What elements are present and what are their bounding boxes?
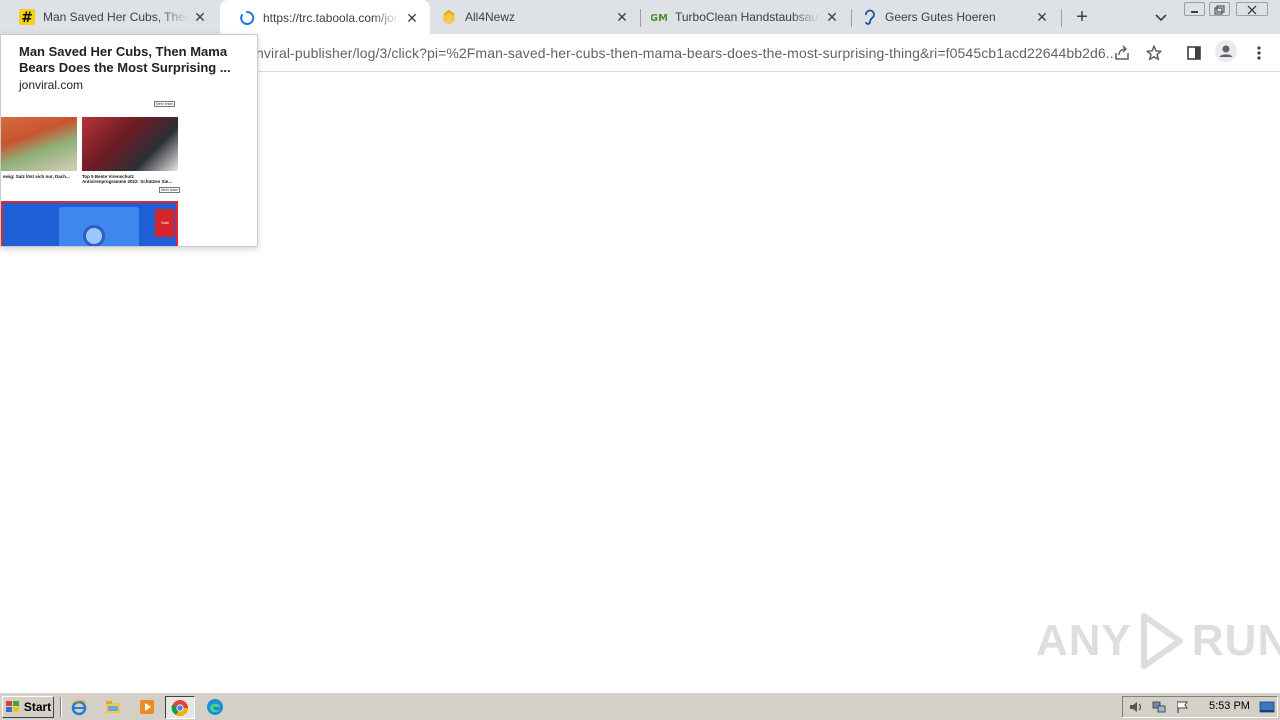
edge-icon[interactable]: [206, 698, 224, 716]
preview-caption-right: Top 5 Beste Virenschutz Antivirenprogram…: [82, 174, 173, 184]
magnifier-icon: [83, 225, 105, 246]
side-panel-icon[interactable]: [1184, 43, 1204, 63]
address-bar-url: nviral-publisher/log/3/click?pi=%2Fman-s…: [256, 45, 1118, 61]
taskbar-separator: [60, 697, 62, 717]
tab-title: All4Newz: [465, 10, 516, 24]
media-player-icon[interactable]: [138, 698, 156, 716]
hover-card-title: Man Saved Her Cubs, Then Mama Bears Does…: [19, 44, 231, 75]
watermark-text-left: ANY: [1036, 616, 1132, 665]
watermark-text-right: RUN: [1191, 616, 1280, 665]
windows-logo-icon: [5, 701, 19, 712]
clock: 5:53 PM: [1209, 700, 1250, 712]
all4newz-logo-icon: [441, 9, 457, 25]
gm-logo-icon: GM: [651, 9, 667, 25]
tab-title: Geers Gutes Hoeren: [885, 10, 996, 24]
hover-card-preview: Mehr lesen ewig: Salz löst sich nur, Dac…: [1, 95, 257, 246]
tab-search-chevron-down-icon[interactable]: [1152, 8, 1170, 26]
share-icon[interactable]: [1112, 43, 1132, 63]
tab-hover-card: Man Saved Her Cubs, Then Mama Bears Does…: [0, 34, 258, 247]
start-button[interactable]: Start: [2, 696, 54, 718]
system-tray: 5:53 PM: [1122, 696, 1278, 718]
show-desktop-icon[interactable]: [1259, 699, 1275, 715]
menu-kebab-icon[interactable]: [1249, 43, 1269, 63]
preview-image-roof: [1, 117, 77, 171]
internet-explorer-icon[interactable]: [70, 698, 88, 716]
preview-caption-left: ewig: Salz löst sich nur, Dach...: [3, 174, 70, 179]
close-window-button[interactable]: [1236, 2, 1268, 16]
close-icon[interactable]: ✕: [1034, 9, 1050, 25]
svg-text:GM: GM: [651, 13, 667, 24]
preview-button: Mehr lesen: [159, 187, 181, 193]
loading-spinner-icon: [239, 10, 255, 26]
tab-all4newz[interactable]: All4Newz ✕: [422, 0, 640, 34]
close-icon[interactable]: ✕: [614, 9, 630, 25]
chrome-taskbar-button[interactable]: [165, 696, 195, 719]
close-icon[interactable]: ✕: [192, 9, 208, 25]
tab-man-saved-her-cubs[interactable]: # Man Saved Her Cubs, Then Mama Bears Do…: [0, 0, 218, 34]
preview-image-antivirus: [82, 117, 178, 171]
restore-button[interactable]: [1209, 2, 1230, 16]
profile-avatar-icon[interactable]: [1214, 39, 1238, 63]
minimize-button[interactable]: [1184, 2, 1205, 16]
hover-card-domain: jonviral.com: [19, 78, 84, 92]
tab-title: https://trc.taboola.com/jonviral-publish…: [263, 11, 400, 25]
tab-title: TurboClean Handstaubsauger: [675, 10, 820, 24]
action-center-flag-icon[interactable]: [1175, 699, 1191, 715]
close-icon[interactable]: ✕: [824, 9, 840, 25]
tab-taboola-loading[interactable]: https://trc.taboola.com/jonviral-publish…: [220, 0, 430, 36]
tab-separator: [1061, 9, 1062, 27]
close-icon[interactable]: ✕: [404, 10, 420, 26]
tab-turboclean[interactable]: GM TurboClean Handstaubsauger ✕: [632, 0, 850, 34]
anyrun-watermark: ANY RUN: [1036, 612, 1280, 670]
bookmark-star-icon[interactable]: [1144, 43, 1164, 63]
file-explorer-icon[interactable]: [104, 698, 122, 716]
taskbar: Start 5:53 PM: [0, 692, 1280, 720]
play-icon: [1140, 613, 1183, 669]
svg-text:#: #: [21, 10, 33, 25]
network-icon[interactable]: [1151, 699, 1167, 715]
sale-tag: Sale: [155, 209, 175, 237]
tab-geers[interactable]: Geers Gutes Hoeren ✕: [842, 0, 1060, 34]
volume-icon[interactable]: [1128, 699, 1144, 715]
preview-ad-banner: Sale: [1, 201, 178, 246]
hashtag-icon: #: [19, 9, 35, 25]
new-tab-button[interactable]: +: [1072, 7, 1092, 27]
start-label: Start: [23, 700, 52, 714]
preview-button: Mehr lesen: [154, 101, 176, 107]
chrome-icon: [171, 699, 188, 716]
tab-strip: # Man Saved Her Cubs, Then Mama Bears Do…: [0, 0, 1280, 36]
address-bar[interactable]: nviral-publisher/log/3/click?pi=%2Fman-s…: [180, 38, 1144, 68]
tab-title: Man Saved Her Cubs, Then Mama Bears Does…: [43, 10, 188, 24]
ear-icon: [861, 9, 877, 25]
